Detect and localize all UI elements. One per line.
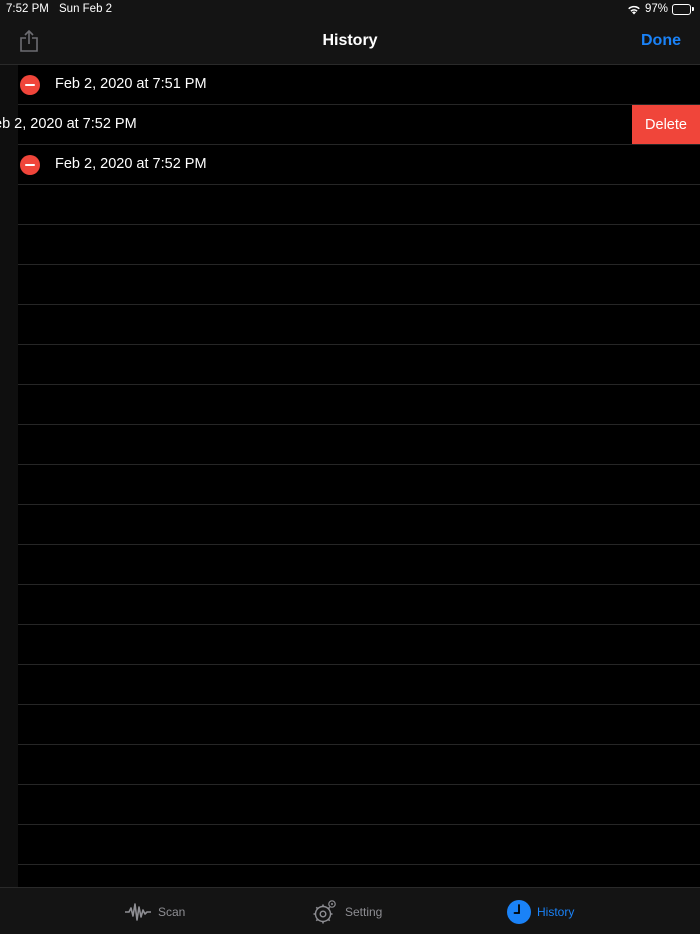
row-separator: [18, 304, 700, 305]
row-separator: [18, 184, 700, 185]
waveform-icon: [125, 903, 151, 921]
tab-label: Setting: [345, 905, 383, 919]
status-indicators: 97%: [627, 3, 694, 15]
list-item[interactable]: Feb 2, 2020 at 7:51 PM: [0, 65, 700, 105]
status-bar: 7:52 PM Sun Feb 2 97%: [0, 0, 700, 20]
row-separator: [18, 384, 700, 385]
history-list: Feb 2, 2020 at 7:51 PM eb 2, 2020 at 7:5…: [0, 65, 700, 887]
list-item[interactable]: Feb 2, 2020 at 7:52 PM: [0, 145, 700, 185]
row-separator: [18, 264, 700, 265]
tab-label: Scan: [158, 905, 186, 919]
tab-label: History: [537, 905, 575, 919]
list-item-label: eb 2, 2020 at 7:52 PM: [0, 116, 137, 132]
delete-minus-icon[interactable]: [20, 75, 40, 95]
tab-scan[interactable]: Scan: [124, 900, 185, 924]
row-separator: [18, 664, 700, 665]
row-separator: [18, 624, 700, 625]
swipe-delete-button[interactable]: Delete: [632, 105, 700, 145]
list-item[interactable]: eb 2, 2020 at 7:52 PM Delete: [0, 105, 700, 145]
row-separator: [18, 784, 700, 785]
navigation-bar: History Done: [0, 20, 700, 65]
row-separator: [18, 584, 700, 585]
row-separator: [18, 224, 700, 225]
row-separator: [18, 464, 700, 465]
row-separator: [18, 824, 700, 825]
status-date: Sun Feb 2: [59, 3, 113, 15]
battery-icon: [672, 3, 694, 15]
list-item-label: Feb 2, 2020 at 7:52 PM: [55, 156, 207, 172]
row-separator: [18, 344, 700, 345]
done-button[interactable]: Done: [641, 32, 681, 50]
row-separator: [18, 744, 700, 745]
wifi-icon: [628, 5, 640, 14]
row-separator: [18, 424, 700, 425]
row-separator: [18, 704, 700, 705]
row-separator: [18, 544, 700, 545]
history-screen: 7:52 PM Sun Feb 2 97% History Done Feb 2…: [0, 0, 700, 934]
tab-bar: Scan Setting History: [0, 887, 700, 934]
tab-setting[interactable]: Setting: [311, 898, 382, 926]
status-time: 7:52 PM: [6, 3, 49, 15]
row-separator: [18, 504, 700, 505]
row-separator: [18, 864, 700, 865]
tab-history[interactable]: History: [507, 900, 574, 924]
battery-percent: 97%: [644, 3, 668, 15]
gear-icon: [313, 900, 336, 924]
list-item-label: Feb 2, 2020 at 7:51 PM: [55, 76, 207, 92]
page-title: History: [322, 32, 378, 49]
delete-minus-icon[interactable]: [20, 155, 40, 175]
clock-icon: [507, 900, 531, 924]
